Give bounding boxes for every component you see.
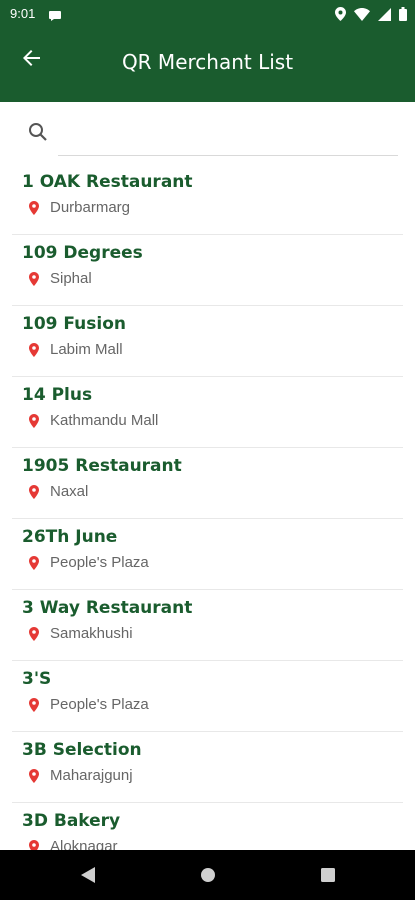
list-item[interactable]: 3'S People's Plaza [12,661,403,732]
merchant-location: Maharajgunj [28,767,133,784]
list-item[interactable]: 1 OAK Restaurant Durbarmarg [12,164,403,235]
circle-home-icon [200,868,215,882]
location-pin-icon [29,271,39,286]
list-item[interactable]: 3 Way Restaurant Samakhushi [12,590,403,661]
location-pin-icon [29,484,39,499]
list-item[interactable]: 109 Fusion Labim Mall [12,306,403,377]
merchant-name: 1 OAK Restaurant [22,172,193,192]
location-text: Siphal [50,270,92,287]
merchant-name: 109 Fusion [22,314,127,334]
list-item[interactable]: 14 Plus Kathmandu Mall [12,377,403,448]
merchant-location: Labim Mall [28,341,123,358]
location-pin-icon [29,555,39,570]
merchant-name: 1905 Restaurant [22,456,182,476]
list-item[interactable]: 1905 Restaurant Naxal [12,448,403,519]
search-bar [0,102,415,164]
merchant-name: 3 Way Restaurant [22,598,193,618]
location-pin-icon [29,768,39,783]
merchant-location: Naxal [28,483,88,500]
merchant-name: 109 Degrees [22,243,143,263]
merchant-name: 3B Selection [22,740,142,760]
nav-home-button[interactable] [198,865,218,885]
merchant-location: People's Plaza [28,554,149,571]
merchant-name: 3'S [22,669,52,689]
merchant-name: 14 Plus [22,385,93,405]
search-input[interactable] [58,116,398,156]
triangle-back-icon [80,867,95,883]
merchant-location: Siphal [28,270,92,287]
location-pin-icon [29,342,39,357]
location-text: Labim Mall [50,341,123,358]
merchant-name: 3D Bakery [22,811,121,831]
location-text: Maharajgunj [50,767,133,784]
location-text: Naxal [50,483,89,500]
merchant-name: 26Th June [22,527,118,547]
location-text: People's Plaza [50,554,149,571]
location-text: Durbarmarg [50,199,131,216]
location-text: Kathmandu Mall [50,412,159,429]
app-bar: QR Merchant List [0,28,415,102]
system-nav-bar [0,850,415,900]
merchant-location: Samakhushi [28,625,133,642]
signal-icon [378,6,391,25]
nav-recents-button[interactable] [318,865,338,885]
location-pin-icon [29,200,39,215]
location-text: Samakhushi [50,625,133,642]
message-icon [48,7,62,26]
page-title: QR Merchant List [121,50,294,74]
status-time: 9:01 [10,6,36,21]
list-item[interactable]: 109 Degrees Siphal [12,235,403,306]
search-icon[interactable] [28,122,48,146]
square-recents-icon [320,868,335,882]
location-pin-icon [29,626,39,641]
merchant-location: People's Plaza [28,696,149,713]
wifi-icon [354,6,370,25]
location-pin-icon [29,413,39,428]
merchant-location: Kathmandu Mall [28,412,158,429]
list-item[interactable]: 26Th June People's Plaza [12,519,403,590]
list-item[interactable]: 3B Selection Maharajgunj [12,732,403,803]
nav-back-button[interactable] [78,865,98,885]
battery-icon [399,6,407,25]
status-bar: 9:01 [0,0,415,28]
location-text: People's Plaza [50,696,149,713]
merchant-list: 1 OAK Restaurant Durbarmarg 109 Degrees … [0,164,415,874]
status-icons [335,6,407,25]
location-pin-icon [29,697,39,712]
merchant-location: Durbarmarg [28,199,130,216]
location-status-icon [335,6,346,25]
